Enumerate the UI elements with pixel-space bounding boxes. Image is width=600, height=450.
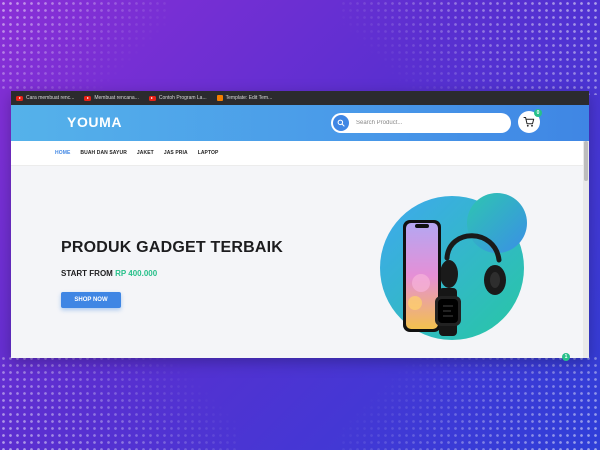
bookmark-label: Cara membuat renc... <box>26 95 75 101</box>
search-button[interactable] <box>333 115 349 131</box>
halftone-decoration-top-left <box>0 0 170 90</box>
cart-button[interactable]: 0 <box>518 109 542 133</box>
bookmark-item[interactable]: Template: Edit Tem... <box>216 95 273 101</box>
bookmark-label: Membuat rencana... <box>94 95 139 101</box>
hero-subtitle: START FROM RP 400.000 <box>61 269 157 278</box>
scrollbar-thumb[interactable] <box>584 141 588 181</box>
nav-item-home[interactable]: HOME <box>55 150 70 156</box>
page-scrollbar[interactable] <box>583 141 589 358</box>
hero-title: PRODUK GADGET TERBAIK <box>61 239 283 256</box>
hero-banner: PRODUK GADGET TERBAIK START FROM RP 400.… <box>11 166 589 358</box>
youtube-icon <box>84 95 92 101</box>
site-logo[interactable]: YOUMA <box>67 114 122 130</box>
hero-price: RP 400.000 <box>115 269 158 278</box>
bookmark-label: Contoh Program La... <box>158 95 207 101</box>
shopping-cart-icon <box>523 117 535 127</box>
halftone-decoration-bottom-right <box>340 355 600 450</box>
youtube-icon <box>16 95 23 101</box>
shop-now-button[interactable]: SHOP NOW <box>61 292 121 308</box>
search-bar <box>331 113 511 133</box>
bookmark-label: Template: Edit Tem... <box>225 95 273 101</box>
blogger-icon <box>216 95 223 101</box>
bookmark-item[interactable]: Cara membuat renc... <box>16 95 74 101</box>
search-icon <box>337 119 345 127</box>
bookmark-item[interactable]: Membuat rencana... <box>84 95 139 101</box>
browser-window: Cara membuat renc... Membuat rencana... … <box>11 91 589 358</box>
notification-badge[interactable]: 1 <box>562 353 570 361</box>
nav-item-buah-dan-sayur[interactable]: BUAH DAN SAYUR <box>80 150 127 156</box>
search-input[interactable] <box>354 119 508 127</box>
nav-item-laptop[interactable]: LAPTOP <box>198 150 219 156</box>
hero-subtitle-prefix: START FROM <box>61 269 113 278</box>
cart-count-badge: 0 <box>534 109 542 117</box>
nav-item-jas-pria[interactable]: JAS PRIA <box>164 150 188 156</box>
halftone-decoration-bottom-left <box>0 355 240 450</box>
nav-item-jaket[interactable]: JAKET <box>137 150 154 156</box>
youtube-icon <box>148 95 156 101</box>
bookmarks-bar: Cara membuat renc... Membuat rencana... … <box>11 91 589 105</box>
halftone-decoration-top-right <box>340 0 600 95</box>
main-nav: HOME BUAH DAN SAYUR JAKET JAS PRIA LAPTO… <box>11 141 589 166</box>
hero-product-image <box>380 193 527 340</box>
bookmark-item[interactable]: Contoh Program La... <box>148 95 207 101</box>
site-header: YOUMA 0 <box>11 105 589 141</box>
